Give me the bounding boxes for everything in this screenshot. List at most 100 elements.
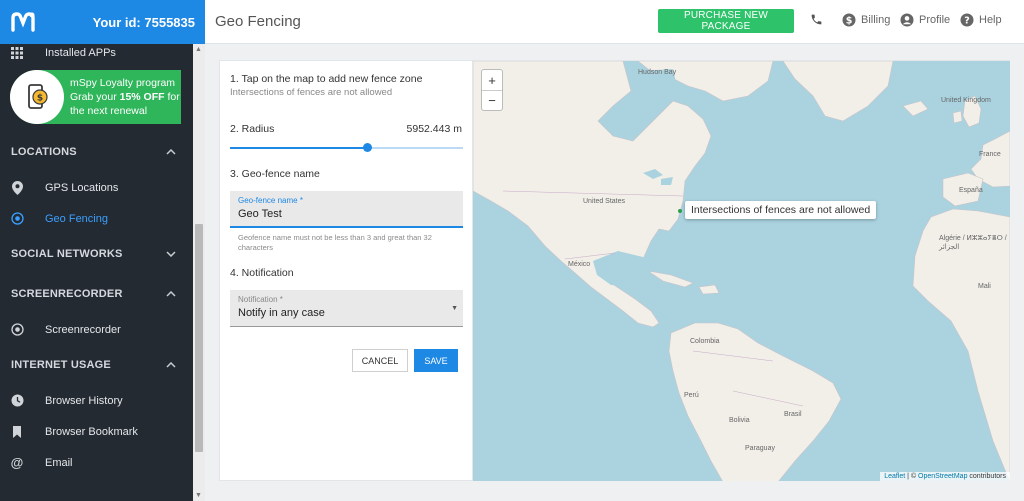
- map-label-brasil: Brasil: [784, 411, 802, 418]
- promo-suffix: for: [164, 91, 180, 103]
- page-title: Geo Fencing: [215, 13, 301, 30]
- target-icon: [10, 212, 24, 226]
- chevron-up-icon: [166, 288, 176, 300]
- section-title: SCREENRECORDER: [11, 288, 123, 300]
- save-button[interactable]: SAVE: [414, 349, 458, 372]
- map-pin-icon: [10, 180, 24, 195]
- map-label-espana: España: [959, 187, 983, 194]
- chevron-up-icon: [166, 146, 176, 158]
- profile-label: Profile: [919, 14, 951, 26]
- radius-slider[interactable]: [230, 143, 463, 153]
- map-label-peru: Perú: [684, 392, 699, 399]
- svg-text:$: $: [37, 94, 43, 104]
- geofence-name-input[interactable]: Geo Test: [238, 208, 455, 220]
- zoom-in-button[interactable]: +: [482, 70, 502, 90]
- section-screenrecorder[interactable]: SCREENRECORDER: [0, 274, 193, 314]
- scrollbar-thumb[interactable]: [195, 224, 203, 452]
- map-view[interactable]: + − Hudson Bay United Kingdom France Esp…: [473, 60, 1010, 481]
- phone-button[interactable]: [810, 13, 828, 26]
- clock-icon: [10, 394, 24, 408]
- sidebar-scrollbar[interactable]: ▲ ▼: [193, 44, 205, 501]
- loyalty-promo-banner[interactable]: $ mSpy Loyalty program Grab your 15% OFF…: [10, 70, 181, 124]
- scroll-up-arrow-icon[interactable]: ▲: [195, 46, 202, 53]
- at-sign-icon: @: [10, 455, 24, 470]
- map-attribution: Leaflet | © OpenStreetMap contributors: [880, 472, 1010, 481]
- map-label-hudson-bay: Hudson Bay: [638, 69, 677, 76]
- zoom-out-button[interactable]: −: [482, 90, 502, 110]
- map-label-mali: Mali: [978, 283, 991, 290]
- sidebar-item-browser-history[interactable]: Browser History: [0, 385, 193, 416]
- scroll-down-arrow-icon[interactable]: ▼: [195, 492, 202, 499]
- section-title: SOCIAL NETWORKS: [11, 248, 123, 260]
- map-tooltip: Intersections of fences are not allowed: [685, 201, 877, 219]
- promo-line1: Grab your 15% OFF for: [70, 90, 180, 104]
- map-marker[interactable]: [678, 209, 682, 213]
- slider-fill: [230, 147, 368, 149]
- bookmark-icon: [10, 425, 24, 439]
- sidebar-menu: Installed APPs $ mSpy Loyalty program Gr…: [0, 44, 193, 501]
- section-locations[interactable]: LOCATIONS: [0, 132, 193, 172]
- sidebar-item-label: Installed APPs: [45, 47, 116, 59]
- sidebar-item-label: Email: [45, 456, 73, 469]
- step-tap-map-hint: Intersections of fences are not allowed: [230, 87, 393, 98]
- top-header: Geo Fencing PURCHASE NEW PACKAGE $ Billi…: [205, 0, 1024, 44]
- slider-handle[interactable]: [362, 143, 372, 152]
- sidebar-item-geo-fencing[interactable]: Geo Fencing: [0, 203, 193, 234]
- step-geofence-name: 3. Geo-fence name: [230, 168, 320, 180]
- record-icon: [10, 323, 24, 337]
- sidebar-item-label: Browser Bookmark: [45, 425, 138, 438]
- promo-title: mSpy Loyalty program: [70, 77, 176, 89]
- sidebar-item-label: GPS Locations: [45, 181, 119, 194]
- sidebar-item-label: Screenrecorder: [45, 323, 121, 336]
- svg-text:$: $: [846, 16, 853, 27]
- promo-phone-coin-icon: $: [10, 70, 64, 124]
- help-circle-icon: ?: [960, 13, 974, 27]
- sidebar: Your id: 7555835 Installed APPs $ mSpy L…: [0, 0, 205, 501]
- sidebar-item-gps-locations[interactable]: GPS Locations: [0, 172, 193, 203]
- help-link[interactable]: ? Help: [960, 13, 1002, 27]
- geofence-name-help: Geofence name must not be less than 3 an…: [238, 233, 432, 252]
- help-label: Help: [979, 14, 1002, 26]
- geofence-name-field[interactable]: Geo-fence name * Geo Test: [230, 191, 463, 228]
- map-label-paraguay: Paraguay: [745, 445, 775, 452]
- dollar-circle-icon: $: [842, 13, 856, 27]
- purchase-package-button[interactable]: PURCHASE NEW PACKAGE: [658, 9, 794, 33]
- notification-label: Notification *: [238, 295, 283, 304]
- map-label-united-kingdom: United Kingdom: [941, 97, 991, 104]
- mspy-logo-icon[interactable]: [10, 9, 36, 35]
- geofence-name-label: Geo-fence name *: [238, 196, 303, 205]
- cancel-button[interactable]: CANCEL: [352, 349, 408, 372]
- attribution-separator: | ©: [905, 473, 919, 480]
- user-circle-icon: [900, 13, 914, 27]
- chevron-down-icon: [166, 248, 176, 260]
- map-label-bolivia: Bolivia: [729, 417, 750, 424]
- attribution-suffix: contributors: [967, 473, 1006, 480]
- map-label-mexico: México: [568, 261, 591, 268]
- phone-icon: [811, 14, 822, 25]
- billing-label: Billing: [861, 14, 891, 26]
- map-label-colombia: Colombia: [690, 338, 720, 345]
- sidebar-item-browser-bookmark[interactable]: Browser Bookmark: [0, 416, 193, 447]
- map-label-united-states: United States: [583, 198, 626, 205]
- notification-select[interactable]: Notification * Notify in any case ▼: [230, 290, 463, 327]
- notification-value: Notify in any case: [238, 307, 325, 319]
- promo-prefix: Grab your: [70, 91, 120, 103]
- leaflet-link[interactable]: Leaflet: [884, 473, 905, 480]
- geofence-form-panel: 1. Tap on the map to add new fence zone …: [219, 60, 473, 481]
- brand-bar: Your id: 7555835: [0, 0, 205, 44]
- step-radius: 2. Radius: [230, 123, 275, 135]
- sidebar-item-label: Geo Fencing: [45, 212, 108, 225]
- step-notification: 4. Notification: [230, 267, 294, 279]
- profile-link[interactable]: Profile: [900, 13, 950, 27]
- map-zoom-control: + −: [481, 69, 503, 111]
- sidebar-item-installed-apps[interactable]: Installed APPs: [0, 44, 193, 62]
- dropdown-caret-icon: ▼: [451, 305, 458, 312]
- section-internet-usage[interactable]: INTERNET USAGE: [0, 345, 193, 385]
- openstreetmap-link[interactable]: OpenStreetMap: [918, 473, 967, 480]
- section-social-networks[interactable]: SOCIAL NETWORKS: [0, 234, 193, 274]
- sidebar-item-screenrecorder[interactable]: Screenrecorder: [0, 314, 193, 345]
- sidebar-item-email[interactable]: @ Email: [0, 447, 193, 478]
- billing-link[interactable]: $ Billing: [842, 13, 890, 27]
- user-id-label: Your id: 7555835: [92, 14, 195, 30]
- svg-text:?: ?: [964, 16, 970, 27]
